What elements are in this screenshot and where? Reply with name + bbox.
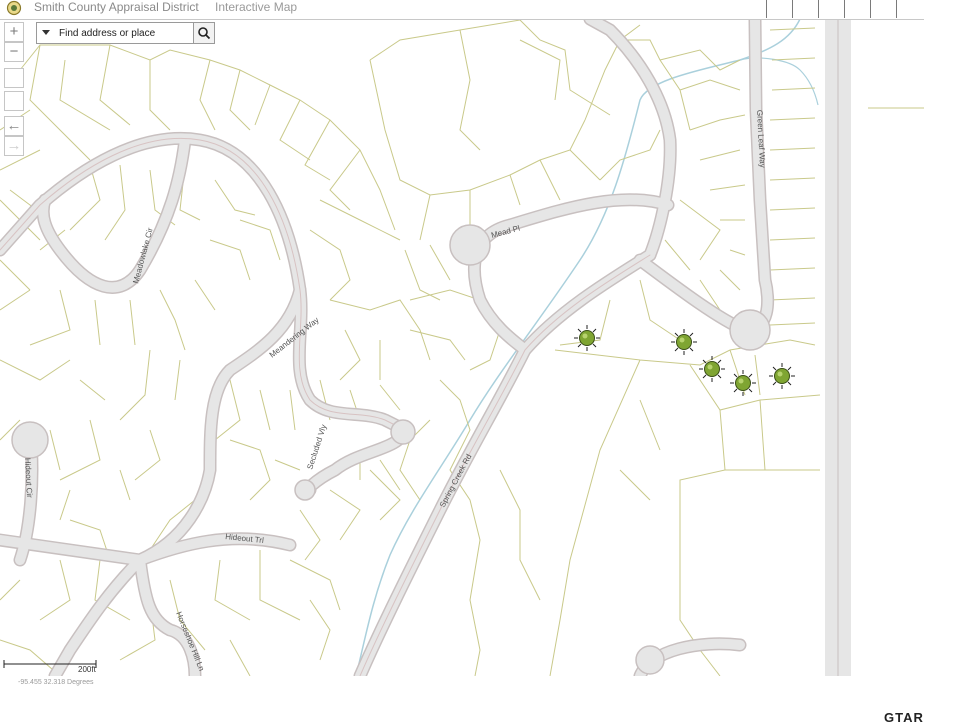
property-marker[interactable] xyxy=(730,370,756,396)
street-label-hideout-cir: Hideout Cir xyxy=(23,458,34,499)
map-viewport[interactable]: Mead Pl Green Leaf Way Meadowlake Cir Me… xyxy=(0,19,924,676)
zoom-in-button[interactable]: + xyxy=(4,22,24,42)
property-marker[interactable] xyxy=(699,356,725,382)
search-icon xyxy=(194,27,214,47)
search-input[interactable] xyxy=(59,24,189,42)
arrow-left-icon: ← xyxy=(6,117,22,134)
street-label-secluded: Secluded Vly xyxy=(305,423,328,470)
search-box xyxy=(36,22,194,44)
app-subtitle: Interactive Map xyxy=(215,0,298,14)
roads xyxy=(0,19,851,676)
scale-label: 200ft xyxy=(78,665,96,674)
county-seal-icon xyxy=(6,0,22,16)
street-label-spring-creek: Spring Creek Rd xyxy=(438,452,474,508)
toolbar-button-6[interactable] xyxy=(896,0,923,18)
toolbar-button-3[interactable] xyxy=(818,0,845,18)
property-marker[interactable] xyxy=(574,325,600,351)
search-button[interactable] xyxy=(193,22,215,44)
property-marker[interactable] xyxy=(671,329,697,355)
zoom-out-button[interactable]: − xyxy=(4,42,24,62)
toolbar-button-2[interactable] xyxy=(792,0,819,18)
watermark-text: GTAR xyxy=(884,710,924,725)
next-extent-button[interactable]: → xyxy=(4,136,24,156)
app-header: Smith County Appraisal District Interact… xyxy=(0,0,924,20)
toolbar-button-5[interactable] xyxy=(870,0,897,18)
arrow-right-icon: → xyxy=(6,137,22,154)
locate-button[interactable] xyxy=(4,91,24,111)
home-button[interactable] xyxy=(4,68,24,88)
coordinate-readout: -95.455 32.318 Degrees xyxy=(18,679,94,686)
chevron-down-icon[interactable] xyxy=(42,30,50,35)
previous-extent-button[interactable]: ← xyxy=(4,116,24,136)
app-title: Smith County Appraisal District xyxy=(34,0,199,14)
toolbar-button-4[interactable] xyxy=(844,0,871,18)
toolbar-button-1[interactable] xyxy=(766,0,793,18)
property-marker[interactable] xyxy=(769,363,795,389)
parcel-map: Mead Pl Green Leaf Way Meadowlake Cir Me… xyxy=(0,19,924,676)
